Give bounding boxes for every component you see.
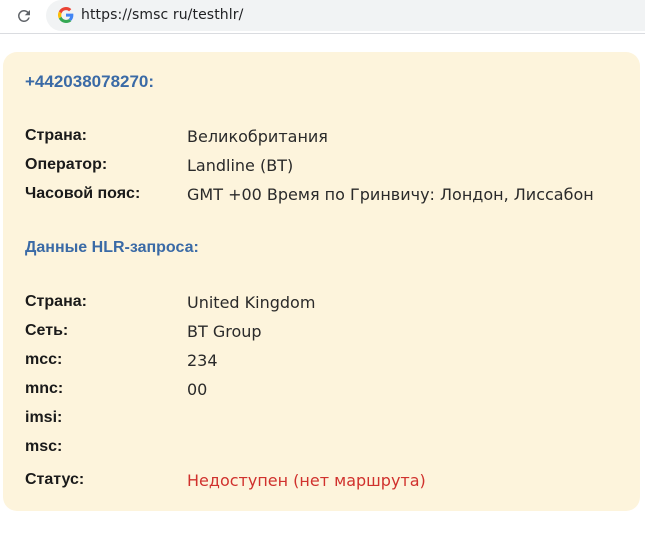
label-mnc: mnc: <box>25 380 64 397</box>
label-timezone: Часовой пояс: <box>25 185 141 202</box>
hlr-result-card: +442038078270: Страна: Великобритания Оп… <box>3 52 640 511</box>
label-msc: msc: <box>25 438 63 455</box>
value-mnc: 00 <box>187 380 208 399</box>
hlr-section-title: Данные HLR-запроса: <box>25 239 199 256</box>
label-country: Страна: <box>25 127 87 144</box>
browser-toolbar: https://smsc ru/testhlr/ <box>0 0 645 34</box>
status-value: Недоступен (нет маршрута) <box>187 471 426 490</box>
label-status: Статус: <box>25 471 85 488</box>
label-hlr-country: Страна: <box>25 293 87 310</box>
hlr-row-msc: msc: <box>25 438 635 462</box>
url-text[interactable]: https://smsc ru/testhlr/ <box>81 7 243 23</box>
value-mcc: 234 <box>187 351 218 370</box>
reload-icon[interactable] <box>13 5 35 27</box>
info-row-country: Страна: Великобритания <box>25 127 635 151</box>
hlr-row-network: Сеть: BT Group <box>25 322 635 346</box>
value-network: BT Group <box>187 322 262 341</box>
label-network: Сеть: <box>25 322 69 339</box>
label-mcc: mcc: <box>25 351 63 368</box>
label-operator: Оператор: <box>25 156 108 173</box>
hlr-row-country: Страна: United Kingdom <box>25 293 635 317</box>
value-operator: Landline (BT) <box>187 156 294 175</box>
hlr-row-status: Статус: Недоступен (нет маршрута) <box>25 471 635 495</box>
phone-number-heading: +442038078270: <box>25 72 155 91</box>
value-hlr-country: United Kingdom <box>187 293 316 312</box>
hlr-row-imsi: imsi: <box>25 409 635 433</box>
value-timezone: GMT +00 Время по Гринвичу: Лондон, Лисса… <box>187 185 594 204</box>
label-imsi: imsi: <box>25 409 63 426</box>
google-g-icon <box>58 7 74 23</box>
info-row-operator: Оператор: Landline (BT) <box>25 156 635 180</box>
address-bar[interactable]: https://smsc ru/testhlr/ <box>46 0 645 31</box>
info-row-timezone: Часовой пояс: GMT +00 Время по Гринвичу:… <box>25 185 635 209</box>
hlr-row-mcc: mcc: 234 <box>25 351 635 375</box>
hlr-row-mnc: mnc: 00 <box>25 380 635 404</box>
value-country: Великобритания <box>187 127 328 146</box>
